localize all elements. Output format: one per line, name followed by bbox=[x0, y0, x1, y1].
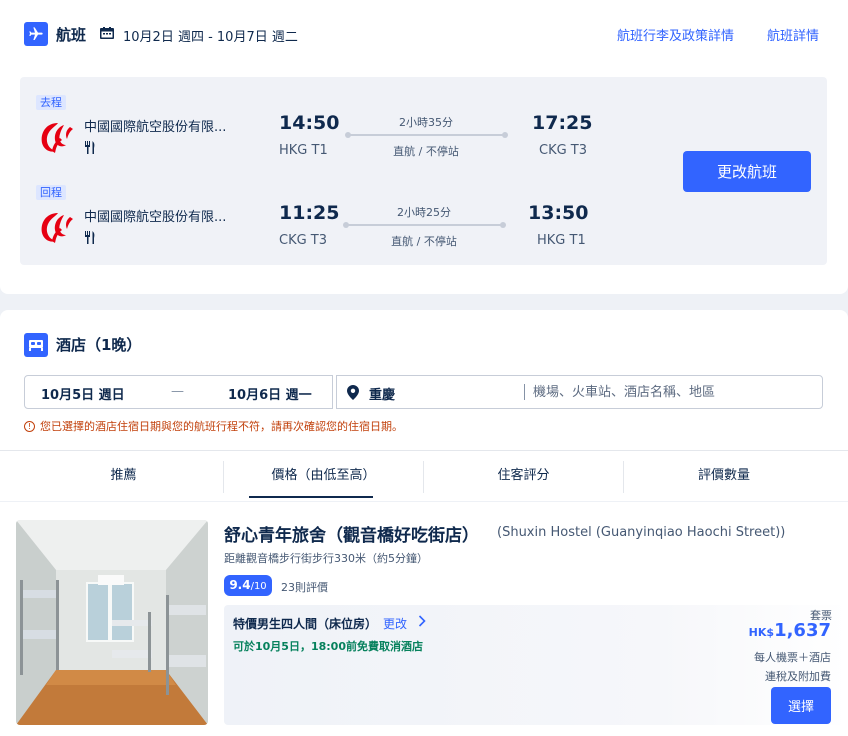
return-route-line bbox=[343, 222, 506, 228]
sort-tab-guest-rating[interactable]: 住客評分 bbox=[424, 451, 623, 501]
hotel-name[interactable]: 舒心青年旅舍（觀音橋好吃街店） bbox=[224, 521, 479, 546]
flight-dates: 10月2日 週四 - 10月7日 週二 bbox=[123, 30, 298, 45]
return-arrival-airport: HKG T1 bbox=[537, 233, 586, 248]
hotel-photo[interactable] bbox=[16, 520, 208, 725]
select-hotel-button[interactable]: 選擇 bbox=[771, 687, 831, 724]
return-stops: 直航 / 不停站 bbox=[391, 235, 457, 248]
calendar-icon bbox=[100, 27, 114, 39]
flight-section-title: 航班 bbox=[56, 26, 87, 44]
return-tag: 回程 bbox=[36, 185, 66, 200]
price-amount: 1,637 bbox=[774, 620, 831, 641]
bed-icon bbox=[24, 333, 48, 357]
hotel-distance: 距離觀音橋步行街步行330米（約5分鐘） bbox=[224, 552, 428, 565]
baggage-policy-link[interactable]: 航班行李及政策詳情 bbox=[617, 25, 734, 44]
outbound-arrival-airport: CKG T3 bbox=[539, 143, 588, 158]
hotel-name-english: (Shuxin Hostel (Guanyinqiao Haochi Stree… bbox=[497, 525, 786, 540]
return-arrival-time: 13:50 bbox=[528, 202, 589, 224]
return-airline-name: 中國國際航空股份有限... bbox=[84, 210, 227, 225]
hotel-search-input[interactable] bbox=[533, 381, 813, 403]
room-name: 特價男生四人間（床位房） bbox=[233, 617, 378, 631]
outbound-arrival-time: 17:25 bbox=[532, 112, 593, 134]
airline-logo bbox=[41, 123, 73, 153]
return-leg: 回程 中國國際航空股份有限... 11:25 CKG T3 2小時25分 直航 … bbox=[20, 185, 620, 265]
warning-icon: ! bbox=[24, 420, 35, 432]
review-count: 23則評價 bbox=[281, 581, 328, 594]
change-room-link[interactable]: 更改 bbox=[383, 615, 407, 632]
field-divider bbox=[524, 384, 525, 400]
date-mismatch-warning: ! 您已選擇的酒店住宿日期與您的航班行程不符，請再次確認您的住宿日期。 bbox=[24, 418, 403, 434]
tax-included-note: 連稅及附加費 bbox=[765, 670, 831, 683]
package-price: HK$1,637 bbox=[749, 620, 831, 641]
date-separator: — bbox=[171, 384, 184, 399]
meal-icon bbox=[85, 231, 95, 244]
outbound-departure-airport: HKG T1 bbox=[279, 143, 328, 158]
room-offer: 特價男生四人間（床位房） 更改 可於10月5日，18:00前免費取消酒店 套票 … bbox=[224, 605, 848, 725]
return-departure-airport: CKG T3 bbox=[279, 233, 328, 248]
outbound-departure-time: 14:50 bbox=[279, 112, 340, 134]
rating-max: /10 bbox=[250, 581, 267, 592]
destination-field[interactable]: 重慶 bbox=[336, 375, 823, 409]
return-duration: 2小時25分 bbox=[397, 206, 451, 219]
sort-tab-recommended[interactable]: 推薦 bbox=[24, 451, 223, 501]
warning-text: 您已選擇的酒店住宿日期與您的航班行程不符，請再次確認您的住宿日期。 bbox=[40, 420, 403, 433]
airline-logo bbox=[41, 213, 73, 243]
price-currency: HK$ bbox=[748, 626, 775, 639]
hotel-section: 酒店（1晚） 10月5日 週日 — 10月6日 週一 重慶 ! 您已選擇的酒店住… bbox=[0, 310, 848, 736]
free-cancellation-note: 可於10月5日，18:00前免費取消酒店 bbox=[233, 640, 423, 653]
divider bbox=[0, 501, 848, 502]
outbound-stops: 直航 / 不停站 bbox=[393, 145, 459, 158]
outbound-airline-name: 中國國際航空股份有限... bbox=[84, 120, 227, 135]
outbound-route-line bbox=[345, 132, 508, 138]
outbound-leg: 去程 中國國際航空股份有限... 14:50 HKG T1 2小時35分 直航 … bbox=[20, 95, 620, 175]
hotel-section-title: 酒店（1晚） bbox=[56, 336, 142, 354]
checkout-date: 10月6日 週一 bbox=[228, 388, 312, 403]
sort-tab-price[interactable]: 價格（由低至高） bbox=[224, 451, 423, 501]
flight-details-link[interactable]: 航班詳情 bbox=[767, 25, 819, 44]
rating-score: 9.4 bbox=[229, 578, 251, 592]
checkin-date: 10月5日 週日 bbox=[41, 388, 125, 403]
meal-icon bbox=[85, 141, 95, 154]
price-per-person-note: 每人機票＋酒店 bbox=[754, 651, 831, 664]
chevron-right-icon[interactable] bbox=[418, 615, 426, 627]
rating-badge: 9.4/10 bbox=[224, 575, 272, 596]
outbound-tag: 去程 bbox=[36, 95, 66, 110]
destination-city: 重慶 bbox=[369, 388, 396, 403]
stay-dates-field[interactable]: 10月5日 週日 — 10月6日 週一 bbox=[24, 375, 333, 409]
return-departure-time: 11:25 bbox=[279, 202, 340, 224]
location-pin-icon bbox=[347, 385, 359, 400]
flight-section: 航班 10月2日 週四 - 10月7日 週二 航班行李及政策詳情 航班詳情 去程… bbox=[0, 0, 848, 294]
change-flight-button[interactable]: 更改航班 bbox=[683, 151, 811, 192]
outbound-duration: 2小時35分 bbox=[399, 116, 453, 129]
sort-tab-review-count[interactable]: 評價數量 bbox=[624, 451, 824, 501]
active-tab-indicator bbox=[249, 496, 373, 498]
airplane-icon bbox=[24, 22, 48, 46]
